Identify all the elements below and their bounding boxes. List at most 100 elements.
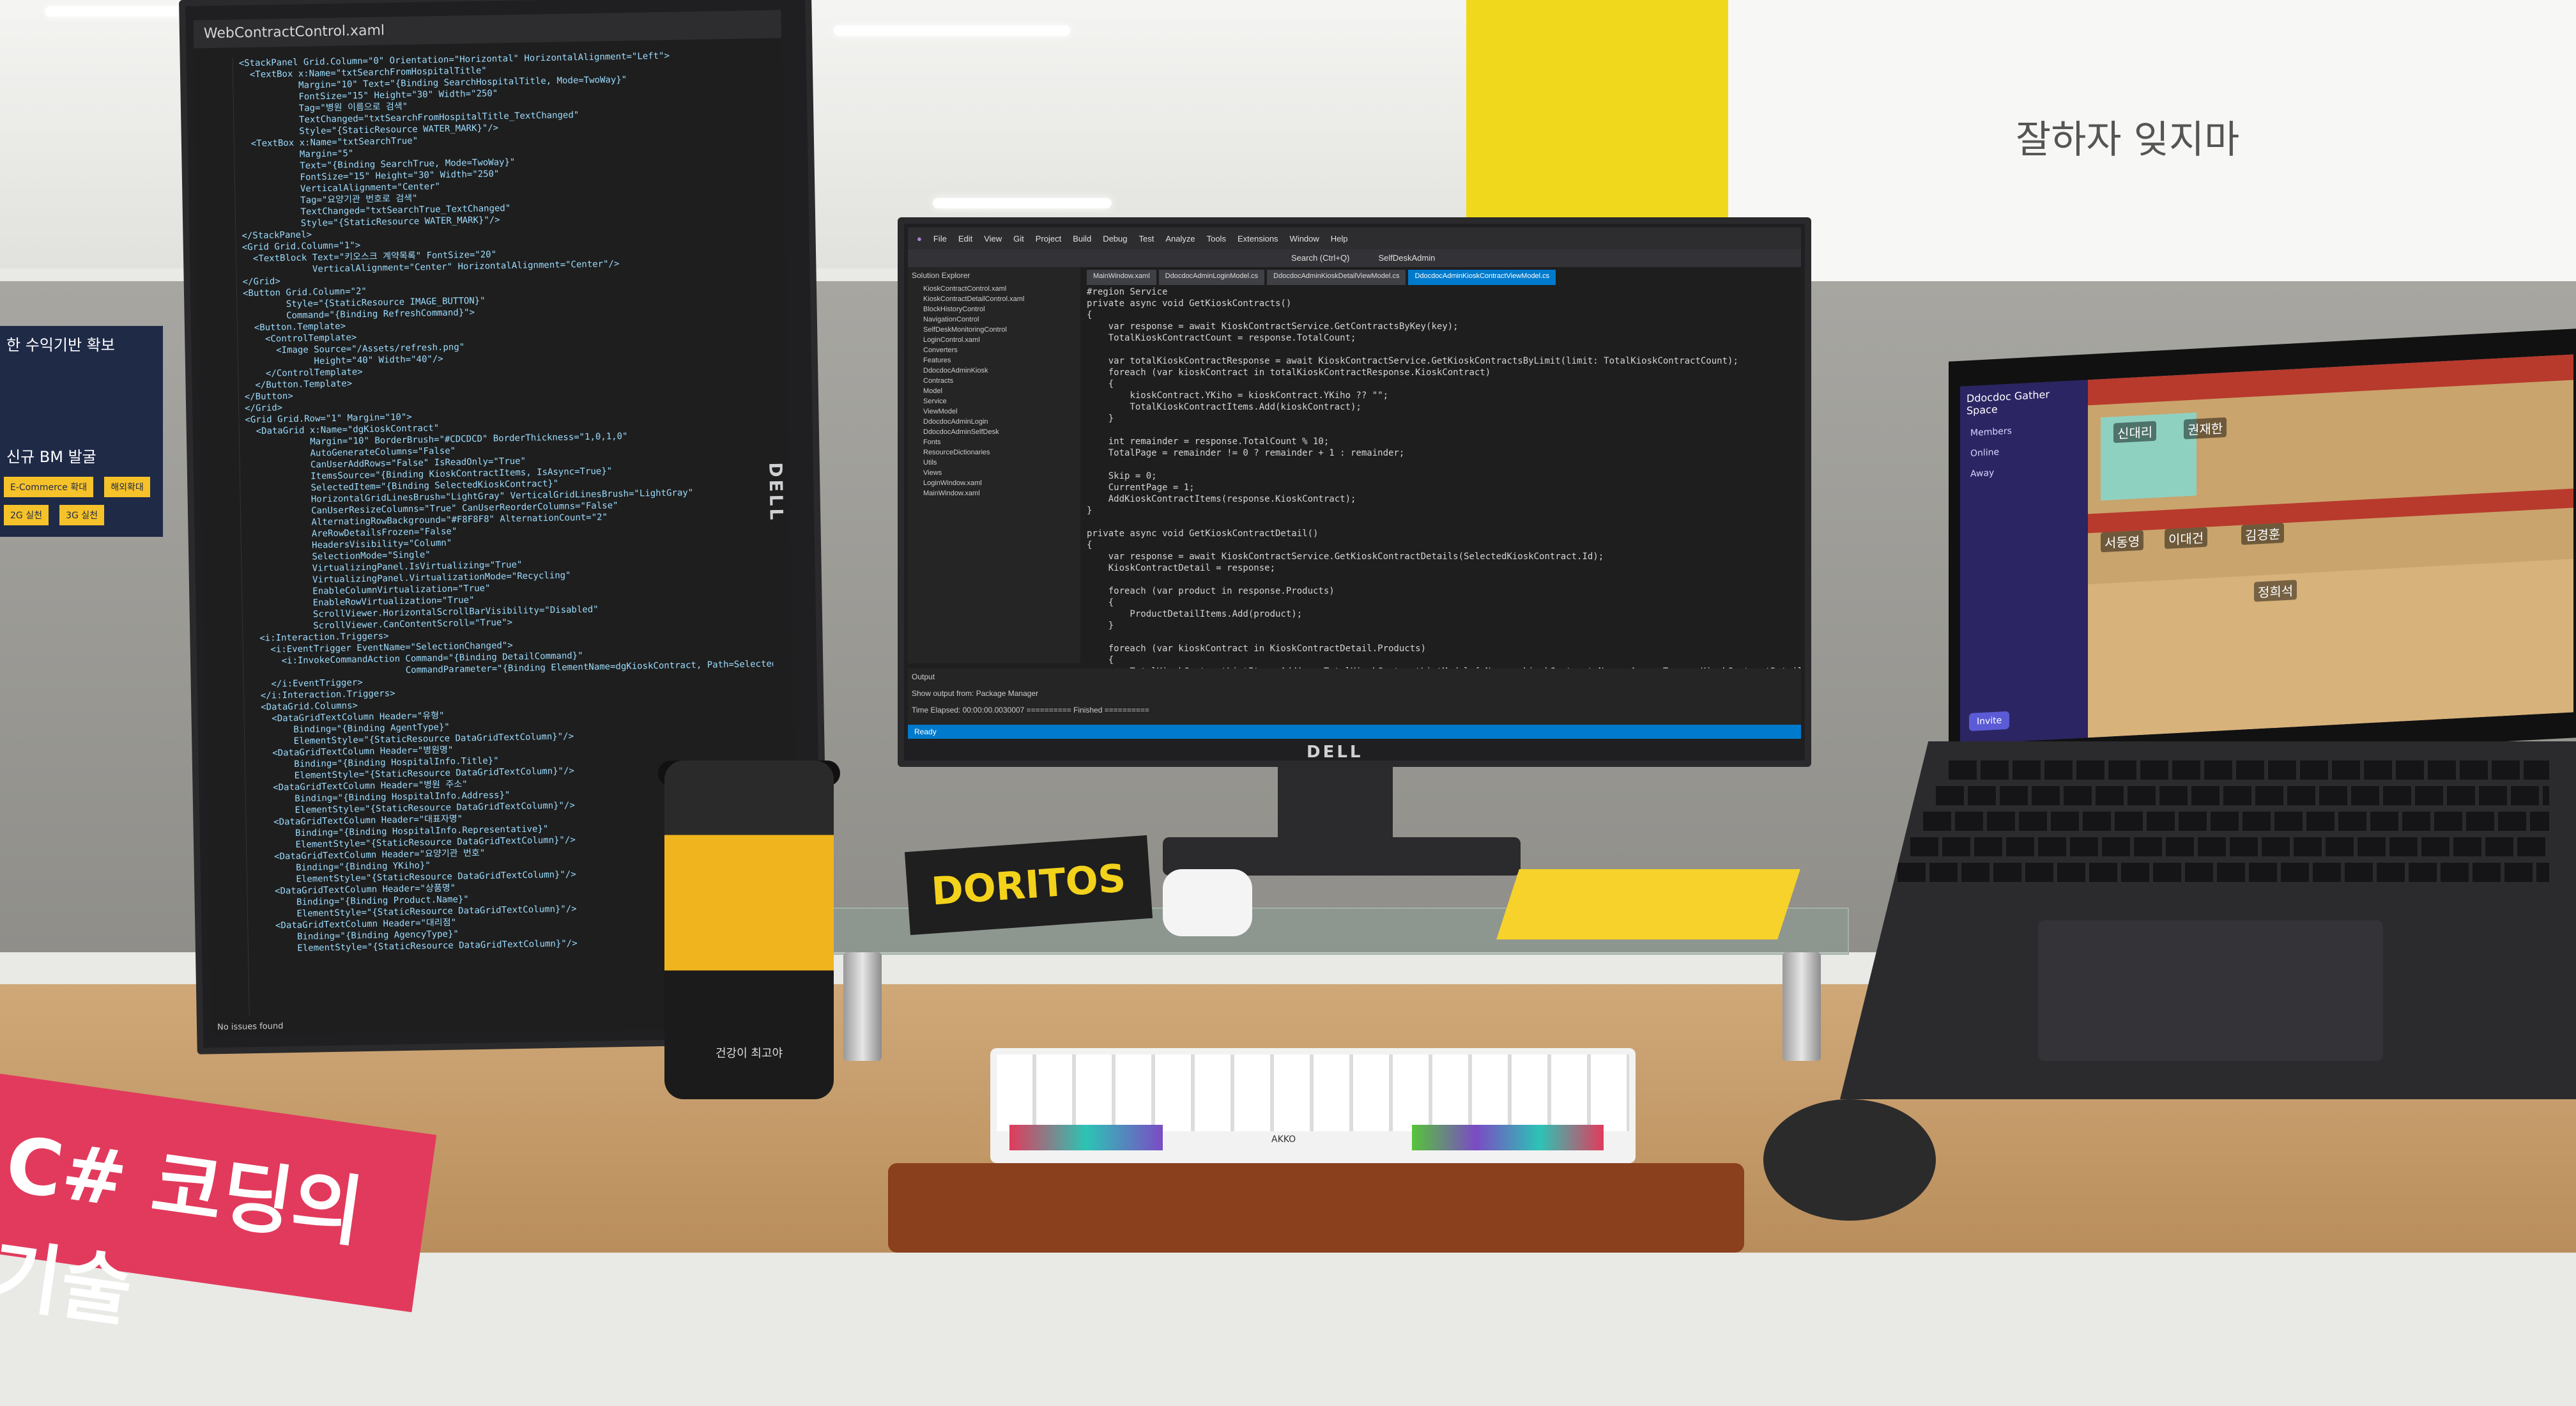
code-line: KioskContractDetail = response; (1087, 563, 1276, 573)
shelf-leg (1782, 952, 1821, 1061)
solution-tree-item[interactable]: DdocdocAdminSelfDesk (908, 427, 1080, 437)
code-line: } (1087, 621, 1114, 631)
code-line: Skip = 0; (1087, 471, 1157, 481)
menu-item-file[interactable]: File (933, 234, 947, 243)
csharp-code-editor[interactable]: #region Service private async void GetKio… (1087, 286, 1801, 734)
code-line: { (1087, 379, 1114, 389)
menu-item-git[interactable]: Git (1013, 234, 1024, 243)
solution-tree-item[interactable]: ResourceDictionaries (908, 447, 1080, 458)
document-tab[interactable]: DdocdocAdminKioskContractViewModel.cs (1408, 270, 1556, 285)
gather-sidebar: Ddocdoc Gather Space Members Online Away I… (1960, 380, 2088, 745)
mechanical-keyboard: AKKO (990, 1048, 1636, 1163)
solution-tree: KioskContractControl.xaml KioskContractDe… (908, 284, 1080, 498)
laptop-trackpad[interactable] (2038, 920, 2383, 1061)
avatar-nametag[interactable]: 신대리 (2113, 421, 2157, 444)
code-line: AddKioskContractItems(response.KioskCont… (1087, 494, 1356, 504)
code-line: CurrentPage = 1; (1087, 483, 1195, 493)
monitor-brand-logo: DELL (1307, 743, 1363, 762)
code-line: TotalKioskContractItems.Add(kioskContrac… (1087, 402, 1361, 412)
solution-tree-item[interactable]: LoginControl.xaml (908, 335, 1080, 345)
solution-tree-item[interactable]: Converters (908, 345, 1080, 355)
visual-studio-window: ● File Edit View Git Project Build Debug Test An… (908, 228, 1801, 739)
solution-tree-item[interactable]: Fonts (908, 437, 1080, 447)
solution-tree-item[interactable]: DdocdocAdminKiosk (908, 366, 1080, 376)
poster-tag: E-Commerce 확대 (4, 477, 94, 497)
code-line: private async void GetKioskContracts() (1087, 298, 1292, 309)
wall-poster: 한 수익기반 확보 신규 BM 발굴 E-Commerce 확대 해외확대 2G… (0, 326, 163, 537)
menu-item-debug[interactable]: Debug (1103, 234, 1127, 243)
vs-logo-icon: ● (917, 233, 922, 243)
menu-item-test[interactable]: Test (1139, 234, 1154, 243)
menu-item-help[interactable]: Help (1331, 234, 1348, 243)
avatar-nametag[interactable]: 권재한 (2184, 417, 2227, 440)
status-bar: Ready (908, 725, 1801, 739)
poster-tag: 2G 실천 (4, 505, 49, 525)
menu-item-project[interactable]: Project (1036, 234, 1061, 243)
status-text: No issues found (217, 1021, 284, 1033)
code-line: { (1087, 598, 1114, 608)
search-box[interactable]: Search (Ctrl+Q) (1291, 253, 1349, 263)
map-floor (2088, 559, 2573, 738)
chip-bag-label: DORITOS (930, 856, 1128, 915)
solution-tree-item[interactable]: Contracts (908, 376, 1080, 386)
solution-tree-item[interactable]: LoginWindow.xaml (908, 478, 1080, 488)
solution-tree-item[interactable]: Features (908, 355, 1080, 366)
document-tab[interactable]: MainWindow.xaml (1087, 270, 1156, 285)
menu-item-view[interactable]: View (984, 234, 1002, 243)
color-keycaps (1412, 1125, 1604, 1150)
document-tabs: MainWindow.xaml DdocdocAdminLoginModel.cs… (1087, 270, 1556, 285)
ceiling-light (834, 26, 1070, 36)
code-line: { (1087, 310, 1092, 320)
avatar-nametag[interactable]: 정희석 (2254, 580, 2297, 602)
solution-tree-item[interactable]: ViewModel (908, 406, 1080, 417)
solution-tree-item[interactable]: NavigationControl (908, 314, 1080, 325)
menu-item-tools[interactable]: Tools (1207, 234, 1226, 243)
menu-item-window[interactable]: Window (1290, 234, 1319, 243)
solution-tree-item[interactable]: KioskContractDetailControl.xaml (908, 294, 1080, 304)
code-line: TotalPage = remainder != 0 ? remainder +… (1087, 448, 1405, 458)
map-wall (2088, 354, 2573, 406)
menu-item-edit[interactable]: Edit (958, 234, 972, 243)
menu-item-analyze[interactable]: Analyze (1165, 234, 1195, 243)
poster-line: 한 수익기반 확보 (6, 336, 115, 354)
solution-tree-item[interactable]: Views (908, 468, 1080, 478)
key-row (1897, 863, 2549, 882)
output-source[interactable]: Show output from: Package Manager (908, 685, 1801, 702)
menu-item-build[interactable]: Build (1073, 234, 1091, 243)
menu-bar: ● File Edit View Git Project Build Debug Test An… (908, 228, 1801, 249)
solution-tree-item[interactable]: BlockHistoryControl (908, 304, 1080, 314)
key-row (1910, 837, 2549, 856)
code-line: TotalKioskContractCount = response.Total… (1087, 333, 1356, 343)
gather-map[interactable]: 신대리 권재한서동영 이대건 김경훈정희석 (2088, 354, 2573, 738)
document-tab[interactable]: DdocdocAdminLoginModel.cs (1158, 270, 1265, 285)
solution-tree-item[interactable]: MainWindow.xaml (908, 488, 1080, 498)
code-line: { (1087, 540, 1092, 550)
solution-tree-item[interactable]: Utils (908, 458, 1080, 468)
avatar-nametag[interactable]: 이대건 (2165, 527, 2208, 550)
avatar-nametag[interactable]: 서동영 (2101, 530, 2144, 553)
document-tab[interactable]: DdocdocAdminKioskDetailViewModel.cs (1267, 270, 1406, 285)
invite-button[interactable]: Invite (1969, 711, 2010, 732)
gather-town-app: Ddocdoc Gather Space Members Online Away I… (1960, 354, 2573, 745)
solution-tree-item[interactable]: Model (908, 386, 1080, 396)
output-text: Time Elapsed: 00:00:00.0030007 =========… (912, 706, 1149, 715)
whiteboard-text: 잘하자 잊지마 (2016, 118, 2240, 162)
poster-tag: 3G 실천 (59, 505, 105, 525)
code-line: { (1087, 655, 1114, 665)
solution-tree-item[interactable]: DdocdocAdminLogin (908, 417, 1080, 427)
solution-tree-item[interactable]: Service (908, 396, 1080, 406)
solution-explorer-title: Solution Explorer (912, 271, 970, 280)
main-monitor: ● File Edit View Git Project Build Debug Test An… (898, 217, 1811, 767)
menu-item-extensions[interactable]: Extensions (1238, 234, 1278, 243)
editor-title: WebContractControl.xaml (193, 10, 782, 49)
code-line: int remainder = response.TotalCount % 10… (1087, 436, 1330, 447)
solution-tree-item[interactable]: SelfDeskMonitoringControl (908, 325, 1080, 335)
avatar-nametag[interactable]: 김경훈 (2241, 523, 2285, 545)
solution-tree-item[interactable]: KioskContractControl.xaml (908, 284, 1080, 294)
airpods-case (1163, 869, 1252, 936)
